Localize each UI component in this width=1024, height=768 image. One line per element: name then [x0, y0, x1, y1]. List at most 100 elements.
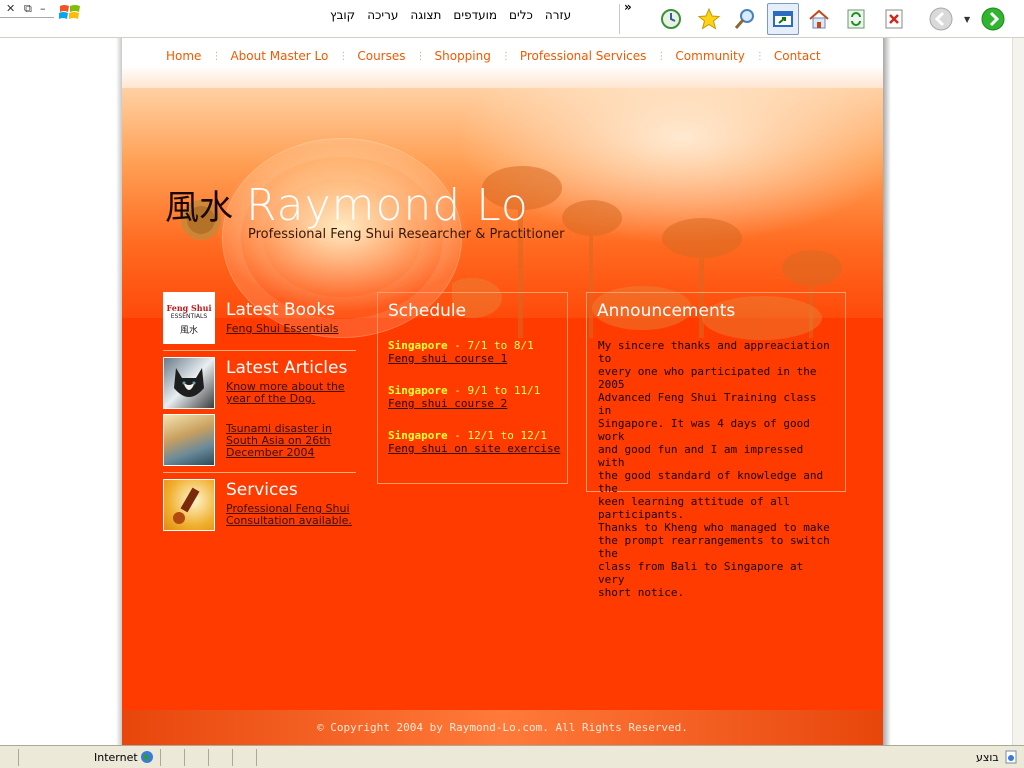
site-title: Raymond Lo: [246, 180, 529, 231]
menu-help[interactable]: עזרה: [545, 8, 583, 22]
announcement-line: the good standard of knowledge and the: [598, 469, 824, 495]
history-button[interactable]: [658, 6, 684, 32]
nav-divider: ⋮: [656, 50, 666, 62]
back-dropdown-icon[interactable]: ▼: [964, 15, 970, 24]
nav-home[interactable]: Home: [166, 49, 201, 63]
section-divider: [163, 350, 356, 351]
page-status-icon: [1005, 750, 1017, 764]
schedule-course-link[interactable]: Feng shui course 2: [388, 397, 540, 410]
stop-button[interactable]: [881, 6, 907, 32]
menu-view[interactable]: תצוגה: [410, 8, 453, 22]
nav-divider: ⋮: [338, 50, 348, 62]
security-zone-label: Internet: [94, 751, 138, 764]
status-bar: Internet בוצע: [0, 745, 1024, 768]
schedule-item: Singapore - 7/1 to 8/1 Feng shui course …: [388, 339, 534, 365]
announcement-line: short notice.: [598, 586, 685, 599]
refresh-button[interactable]: [843, 6, 869, 32]
announcements-heading: Announcements: [597, 301, 736, 321]
announcement-line: My sincere thanks and appreaciation to: [598, 339, 830, 365]
schedule-dates: - 9/1 to 11/1: [447, 384, 541, 397]
media-button[interactable]: [767, 3, 799, 35]
status-divider: [256, 749, 257, 766]
schedule-dates: - 12/1 to 12/1: [447, 429, 547, 442]
announcement-line: and good fun and I am impressed with: [598, 443, 804, 469]
compass-tool-icon: [173, 487, 200, 524]
nav-divider: ⋮: [211, 50, 221, 62]
browser-toolbar: ✕ ⧉ – קובץ עריכה תצוגה מועדפים כלים עזרה…: [0, 0, 1024, 38]
dog-article-link[interactable]: Know more about the year of the Dog.: [226, 381, 345, 405]
menu-bar: קובץ עריכה תצוגה מועדפים כלים עזרה: [330, 8, 583, 22]
services-link[interactable]: Professional Feng Shui Consultation avai…: [226, 503, 352, 527]
tsunami-article-link[interactable]: Tsunami disaster in South Asia on 26th D…: [226, 423, 332, 459]
nav-divider: ⋮: [415, 50, 426, 62]
menu-edit[interactable]: עריכה: [367, 8, 410, 22]
status-divider: [160, 749, 161, 766]
announcement-line: Thanks to Kheng who managed to make: [598, 521, 830, 534]
window-icon: [773, 11, 793, 27]
search-icon: [734, 9, 754, 29]
announcement-line: Singapore. It was 4 days of good work: [598, 417, 810, 443]
status-divider: [18, 749, 19, 766]
star-icon: [697, 7, 721, 30]
favorites-button[interactable]: [696, 6, 722, 32]
nav-divider: ⋮: [500, 50, 511, 62]
services-link-line: Consultation available.: [226, 514, 352, 527]
toolbar-separator: [619, 4, 620, 34]
schedule-dates: - 7/1 to 8/1: [447, 339, 534, 352]
announcement-line: the prompt rearrangements to switch the: [598, 534, 830, 560]
nav-contact[interactable]: Contact: [774, 49, 821, 63]
nav-divider: ⋮: [754, 50, 765, 62]
book-thumbnail[interactable]: Feng Shui ESSENTIALS 風水: [163, 292, 215, 344]
restore-window-button[interactable]: ⧉: [24, 2, 32, 16]
announcement-line: every one who participated in the 2005: [598, 365, 817, 391]
schedule-course-link[interactable]: Feng shui on site exercise: [388, 442, 560, 455]
nav-shopping[interactable]: Shopping: [435, 49, 491, 63]
schedule-city: Singapore: [388, 429, 448, 442]
menu-tools[interactable]: כלים: [509, 8, 545, 22]
nav-community[interactable]: Community: [675, 49, 744, 63]
article-link-line: year of the Dog.: [226, 392, 316, 405]
toolbar-overflow-chevron[interactable]: »: [624, 0, 632, 14]
status-done-text: בוצע: [976, 751, 999, 764]
schedule-city: Singapore: [388, 384, 448, 397]
minimize-window-button[interactable]: –: [40, 2, 46, 15]
search-button[interactable]: [732, 6, 758, 32]
home-button[interactable]: [806, 6, 832, 32]
address-fragment: [0, 17, 54, 18]
announcement-body: My sincere thanks and appreaciation to e…: [598, 339, 836, 599]
latest-books-heading: Latest Books: [226, 300, 336, 320]
close-window-button[interactable]: ✕: [6, 2, 15, 15]
site-footer: © Copyright 2004 by Raymond-Lo.com. All …: [122, 710, 883, 745]
home-icon: [809, 9, 829, 29]
forward-button[interactable]: [980, 6, 1006, 32]
schedule-city: Singapore: [388, 339, 448, 352]
husky-image-icon: [174, 368, 204, 397]
announcement-line: keen learning attitude of all participan…: [598, 495, 791, 521]
back-button[interactable]: [928, 6, 954, 32]
window-controls: ✕ ⧉ –: [0, 0, 90, 38]
schedule-item: Singapore - 9/1 to 11/1 Feng shui course…: [388, 384, 540, 410]
status-divider: [184, 749, 185, 766]
refresh-icon: [847, 9, 865, 29]
services-heading: Services: [226, 480, 298, 500]
copyright-text: © Copyright 2004 by Raymond-Lo.com. All …: [317, 721, 688, 734]
nav-courses[interactable]: Courses: [357, 49, 405, 63]
schedule-item: Singapore - 12/1 to 12/1 Feng shui on si…: [388, 429, 560, 455]
services-thumbnail[interactable]: [163, 479, 215, 531]
menu-file[interactable]: קובץ: [330, 8, 367, 22]
book-link[interactable]: Feng Shui Essentials: [226, 323, 338, 335]
menu-favorites[interactable]: מועדפים: [453, 8, 509, 22]
logo-calligraphy: 風水: [165, 188, 233, 228]
book-cover-title: Feng Shui: [166, 303, 212, 313]
back-arrow-icon: [929, 7, 953, 31]
windows-logo-icon: [59, 5, 80, 19]
schedule-course-link[interactable]: Feng shui course 1: [388, 352, 534, 365]
announcement-line: Advanced Feng Shui Training class in: [598, 391, 817, 417]
history-icon: [661, 9, 681, 29]
vertical-scrollbar[interactable]: [1012, 38, 1024, 745]
nav-about[interactable]: About Master Lo: [230, 49, 328, 63]
nav-professional-services[interactable]: Professional Services: [520, 49, 647, 63]
book-cover-glyph: 風水: [179, 326, 198, 336]
dog-article-thumbnail[interactable]: [163, 357, 215, 409]
tsunami-article-thumbnail[interactable]: [163, 414, 215, 466]
